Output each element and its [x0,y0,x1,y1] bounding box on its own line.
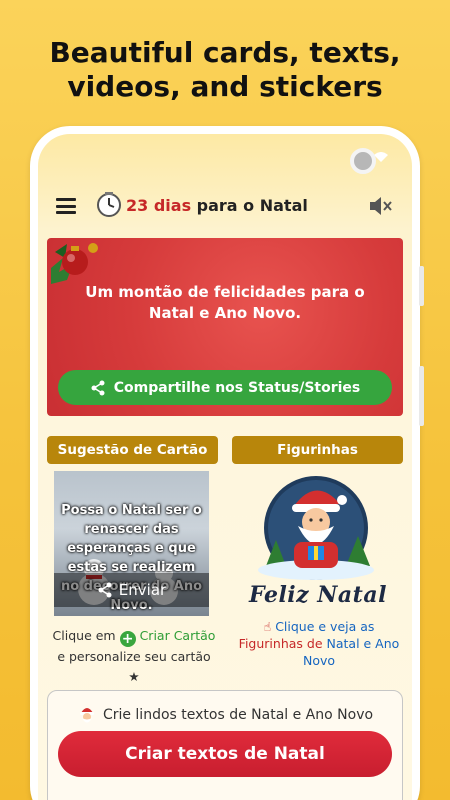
menu-icon[interactable] [56,198,76,214]
share-status-button[interactable]: Compartilhe nos Status/Stories [58,370,392,405]
tab-stickers[interactable]: Figurinhas [232,436,403,464]
create-card-link[interactable]: Criar Cartão [140,628,216,643]
create-texts-button[interactable]: Criar textos de Natal [58,731,392,777]
days-count: 23 dias [126,196,192,215]
hint-suffix: e personalize seu cartão [57,649,211,664]
create-texts-panel: Crie lindos textos de Natal e Ano Novo C… [47,690,403,800]
countdown-title: 23 dias para o Natal [126,196,308,215]
volume-button [419,266,424,306]
create-card-hint: Clique em + Criar Cartão e personalize s… [50,626,218,687]
stickers-link[interactable]: Figurinhas de [239,636,323,651]
tab-card-suggestion[interactable]: Sugestão de Cartão [47,436,218,464]
star-icon: ★ [128,669,140,684]
title-suffix: para o Natal [191,196,308,215]
camera-icon [350,148,376,174]
promo-headline: Beautiful cards, texts, videos, and stic… [0,36,450,104]
plus-circle-icon[interactable]: + [119,631,136,647]
share-icon [91,380,105,395]
pointing-hand-icon: ☝ [263,619,272,634]
banner-message: Um montão de felicidades para o Natal e … [85,283,365,322]
phone-frame: 23 dias para o Natal Um montão de felici… [30,126,424,800]
share-label: Compartilhe nos Status/Stories [113,379,361,396]
sticker-caption: Feliz Natal [249,582,387,608]
send-card-button[interactable]: Enviar [54,573,209,607]
santa-icon [79,708,94,723]
wifi-icon [374,152,388,162]
clock-icon [97,192,121,217]
create-texts-label: Crie lindos textos de Natal e Ano Novo [48,705,402,725]
card-preview[interactable]: Possa o Natal ser o renascer das esperan… [54,471,209,616]
create-texts-text: Crie lindos textos de Natal e Ano Novo [102,707,374,723]
share-icon [98,582,112,598]
speaker-muted-icon[interactable] [368,194,394,218]
stickers-hint: ☝ Clique e veja as Figurinhas de Natal e… [234,618,404,669]
hint-line-1[interactable]: Clique e veja as [275,619,374,634]
santa-sticker[interactable] [246,470,386,582]
hint-prefix: Clique em [52,628,120,643]
app-screen: 23 dias para o Natal Um montão de felici… [38,134,412,800]
headline-line-1: Beautiful cards, texts, [49,36,401,69]
headline-line-2: videos, and stickers [67,70,383,103]
power-button [419,366,424,426]
greeting-banner: Um montão de felicidades para o Natal e … [47,238,403,416]
send-label: Enviar [118,581,167,599]
app-bar: 23 dias para o Natal [38,186,412,230]
